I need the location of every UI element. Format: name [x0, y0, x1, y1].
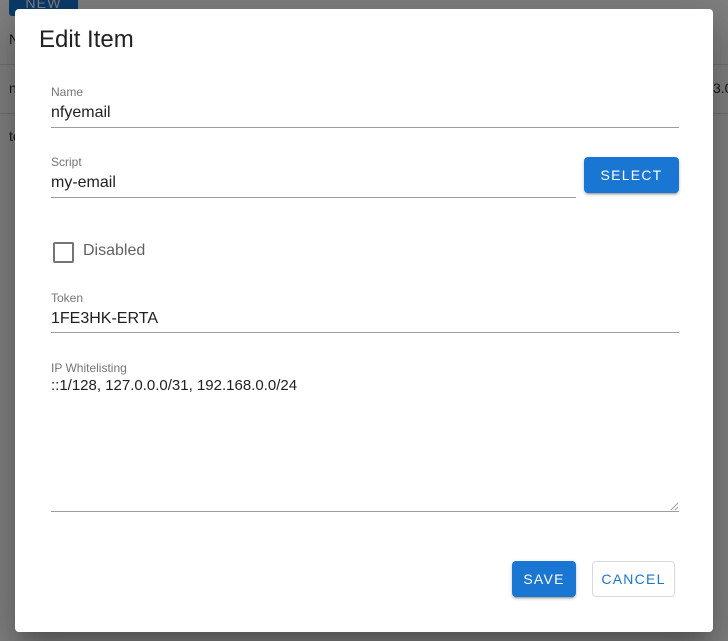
script-input[interactable]: my-email [51, 174, 116, 192]
token-field[interactable]: Token 1FE3HK-ERTA [51, 291, 679, 335]
disabled-checkbox[interactable] [53, 242, 74, 263]
name-input[interactable]: nfyemail [51, 104, 111, 122]
dialog-title: Edit Item [39, 26, 134, 53]
save-button[interactable]: SAVE [512, 561, 576, 597]
ip-whitelisting-textarea[interactable]: ::1/128, 127.0.0.0/31, 192.168.0.0/24 [51, 377, 297, 394]
name-field[interactable]: Name nfyemail [51, 85, 679, 129]
ip-whitelisting-label: IP Whitelisting [51, 361, 127, 375]
token-underline [51, 332, 679, 333]
disabled-label[interactable]: Disabled [83, 242, 145, 260]
name-label: Name [51, 85, 84, 99]
cancel-button[interactable]: CANCEL [592, 561, 675, 597]
script-label: Script [51, 155, 82, 169]
edit-item-dialog: Edit Item Name nfyemail Script my-email … [15, 9, 713, 632]
resize-grip-icon[interactable] [670, 502, 678, 510]
select-script-button[interactable]: SELECT [584, 157, 679, 193]
token-input[interactable]: 1FE3HK-ERTA [51, 310, 158, 328]
script-underline [51, 197, 576, 198]
ip-whitelisting-underline [51, 511, 679, 512]
token-label: Token [51, 291, 84, 305]
name-underline [51, 127, 679, 128]
script-field[interactable]: Script my-email [51, 155, 576, 199]
ip-whitelisting-field[interactable]: IP Whitelisting ::1/128, 127.0.0.0/31, 1… [51, 361, 679, 513]
